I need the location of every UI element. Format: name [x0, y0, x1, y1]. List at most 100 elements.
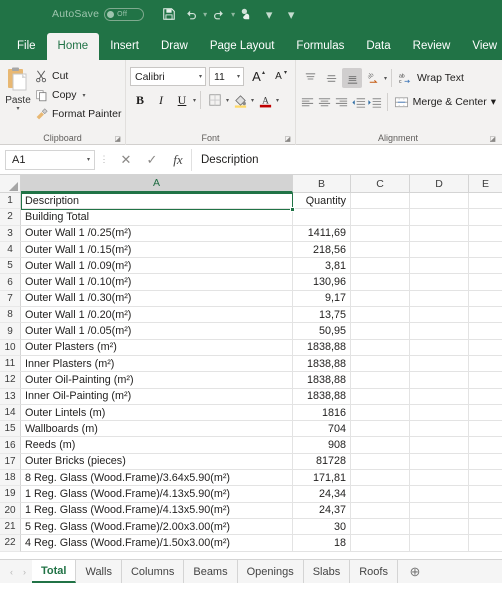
cell-c19[interactable] [351, 486, 410, 503]
tab-home[interactable]: Home [46, 33, 100, 60]
borders-caret-icon[interactable]: ▾ [226, 97, 229, 104]
row-header[interactable]: 3 [0, 225, 21, 242]
cancel-entry-icon[interactable]: ✕ [113, 149, 139, 171]
underline-caret-icon[interactable]: ▾ [193, 97, 196, 104]
cell-c14[interactable] [351, 404, 410, 422]
merge-center-button[interactable]: Merge & Center ▾ [392, 92, 496, 112]
cell-c12[interactable] [351, 372, 410, 389]
cell-e14[interactable] [469, 405, 502, 422]
tab-page-layout[interactable]: Page Layout [199, 33, 286, 60]
increase-indent-button[interactable] [367, 92, 383, 112]
cell-e9[interactable] [469, 323, 502, 340]
cell-c9[interactable] [351, 323, 410, 340]
column-header-d[interactable]: D [410, 175, 469, 193]
copy-dropdown-caret-icon[interactable]: ▾ [83, 92, 86, 99]
bold-button[interactable]: B [130, 90, 150, 110]
cell-d3[interactable] [410, 225, 469, 242]
format-painter-button[interactable]: Format Painter [32, 105, 124, 123]
cell-d22[interactable] [410, 535, 469, 552]
cell-a13[interactable]: Inner Oil-Painting (m²) [21, 388, 293, 405]
cell-b6[interactable]: 130,96 [293, 274, 351, 291]
cell-b9[interactable]: 50,95 [293, 323, 351, 340]
confirm-entry-icon[interactable]: ✓ [139, 149, 165, 171]
align-top-button[interactable] [300, 68, 320, 88]
cell-c20[interactable] [351, 502, 410, 519]
tab-formulas[interactable]: Formulas [285, 33, 355, 60]
cell-e13[interactable] [469, 389, 502, 405]
cell-d1[interactable] [410, 193, 469, 210]
increase-font-size-button[interactable]: A ▴ [247, 67, 266, 86]
align-left-button[interactable] [300, 92, 316, 112]
row-header[interactable]: 18 [0, 470, 21, 487]
cell-b22[interactable]: 18 [293, 535, 351, 552]
cell-a21[interactable]: 5 Reg. Glass (Wood.Frame)/2.00x3.00(m²) [21, 518, 293, 536]
customize-qat-icon[interactable]: ▾ [280, 3, 302, 25]
paste-dropdown-caret-icon[interactable]: ▾ [16, 106, 19, 112]
cell-e19[interactable] [469, 486, 502, 503]
cell-e20[interactable] [469, 503, 502, 519]
cell-a17[interactable]: Outer Bricks (pieces) [21, 453, 293, 471]
sheet-tab-openings[interactable]: Openings [238, 560, 304, 583]
row-header[interactable]: 1 [0, 193, 21, 210]
cell-d17[interactable] [410, 453, 469, 471]
align-middle-button[interactable] [321, 68, 341, 88]
cell-e22[interactable] [469, 535, 502, 552]
font-name-input[interactable]: Calibri ▾ [130, 67, 206, 86]
clipboard-dialog-launcher-icon[interactable]: ◪ [114, 135, 121, 143]
cell-d13[interactable] [410, 388, 469, 405]
cell-e1[interactable] [469, 193, 502, 210]
cell-b14[interactable]: 1816 [293, 404, 351, 422]
font-dialog-launcher-icon[interactable]: ◪ [284, 135, 291, 143]
font-color-button[interactable]: A [255, 90, 275, 110]
wrap-text-button[interactable]: ab c Wrap Text [396, 68, 464, 88]
row-header[interactable]: 12 [0, 372, 21, 389]
cell-e16[interactable] [469, 437, 502, 454]
cell-a22[interactable]: 4 Reg. Glass (Wood.Frame)/1.50x3.00(m²) [21, 535, 293, 552]
cell-e17[interactable] [469, 454, 502, 471]
cell-a12[interactable]: Outer Oil-Painting (m²) [21, 372, 293, 389]
sheet-tab-columns[interactable]: Columns [122, 560, 185, 583]
cell-c1[interactable] [351, 193, 410, 210]
cell-a7[interactable]: Outer Wall 1 /0.30(m²) [21, 290, 293, 308]
cell-c7[interactable] [351, 290, 410, 308]
row-header[interactable]: 16 [0, 437, 21, 454]
cell-a5[interactable]: Outer Wall 1 /0.09(m²) [21, 258, 293, 275]
cell-e7[interactable] [469, 291, 502, 308]
cell-d12[interactable] [410, 372, 469, 389]
orientation-caret-icon[interactable]: ▾ [384, 75, 387, 82]
redo-icon[interactable] [208, 3, 230, 25]
tab-data[interactable]: Data [355, 33, 401, 60]
cell-d8[interactable] [410, 307, 469, 324]
autosave-toggle[interactable]: Off [104, 7, 145, 21]
cell-e11[interactable] [469, 356, 502, 373]
cell-e5[interactable] [469, 258, 502, 275]
cell-d11[interactable] [410, 355, 469, 373]
font-name-caret-icon[interactable]: ▾ [199, 73, 202, 80]
cell-a8[interactable]: Outer Wall 1 /0.20(m²) [21, 307, 293, 324]
cell-a15[interactable]: Wallboards (m) [21, 421, 293, 438]
cell-a20[interactable]: 1 Reg. Glass (Wood.Frame)/4.13x5.90(m²) [21, 502, 293, 519]
cell-b5[interactable]: 3,81 [293, 258, 351, 275]
cell-e10[interactable] [469, 340, 502, 356]
cell-d18[interactable] [410, 470, 469, 487]
cell-d19[interactable] [410, 486, 469, 503]
row-header[interactable]: 10 [0, 339, 21, 356]
cell-a1[interactable]: Description [21, 193, 293, 210]
cell-e2[interactable] [469, 209, 502, 226]
fill-color-button[interactable] [230, 90, 250, 110]
cell-c22[interactable] [351, 535, 410, 552]
row-header[interactable]: 8 [0, 307, 21, 324]
cell-c2[interactable] [351, 209, 410, 226]
cell-a11[interactable]: Inner Plasters (m²) [21, 355, 293, 373]
italic-button[interactable]: I [151, 90, 171, 110]
font-size-caret-icon[interactable]: ▾ [237, 73, 240, 80]
sheet-tab-total[interactable]: Total [32, 560, 77, 583]
cell-b15[interactable]: 704 [293, 421, 351, 438]
cell-b4[interactable]: 218,56 [293, 241, 351, 259]
cell-b21[interactable]: 30 [293, 518, 351, 536]
cell-b10[interactable]: 1838,88 [293, 339, 351, 356]
cell-d5[interactable] [410, 258, 469, 275]
row-header[interactable]: 19 [0, 486, 21, 503]
formula-bar-drag-handle[interactable]: ⋮ [95, 154, 113, 165]
redo-dropdown-caret-icon[interactable]: ▾ [231, 10, 235, 19]
